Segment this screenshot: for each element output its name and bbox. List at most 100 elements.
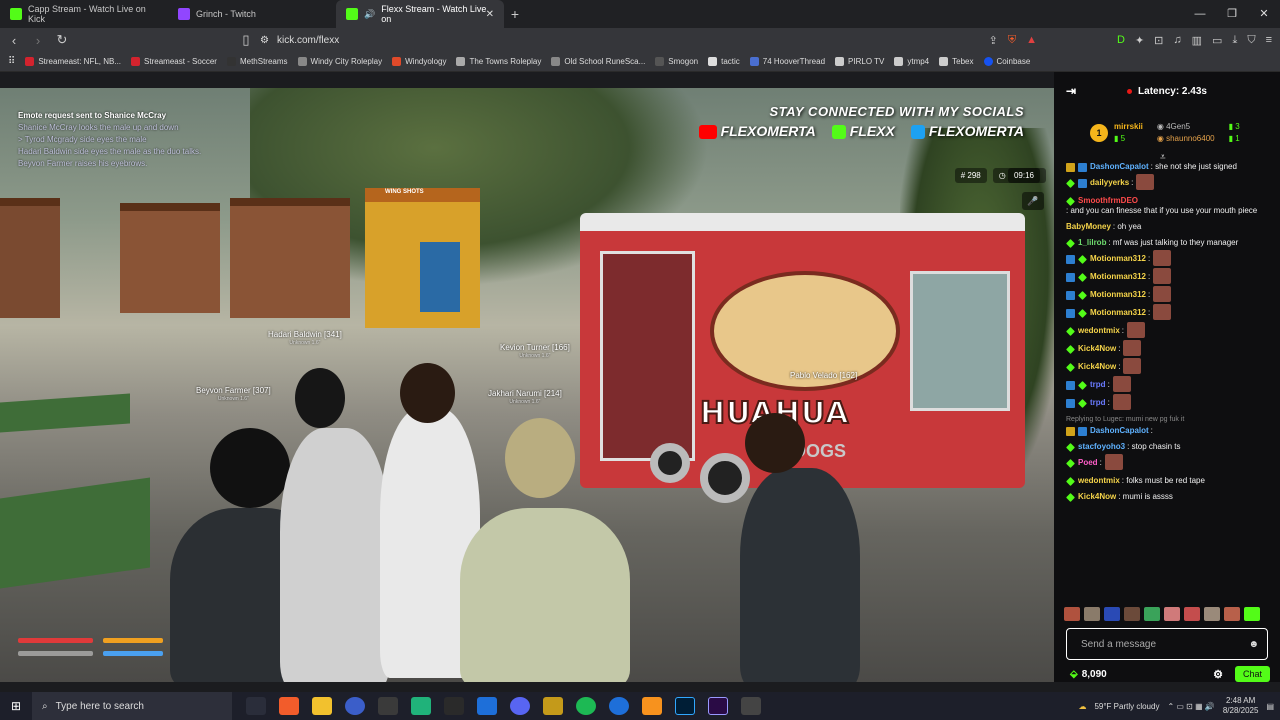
leader-name[interactable]: mirrskii bbox=[1114, 121, 1143, 133]
chat-message[interactable]: stacfoyoho3: stop chasin ts bbox=[1066, 442, 1270, 452]
photoshop-icon[interactable] bbox=[675, 697, 695, 715]
clock[interactable]: 2:48 AM 8/28/2025 bbox=[1223, 696, 1259, 716]
emote-icon[interactable] bbox=[1124, 607, 1140, 621]
app-icon[interactable] bbox=[543, 697, 563, 715]
tab-flexx-stream[interactable]: 🔊 Flexx Stream - Watch Live on ✕ bbox=[336, 0, 504, 28]
chat-username[interactable]: 1_lilrob bbox=[1078, 238, 1106, 248]
chat-message[interactable]: 1_lilrob: mf was just talking to they ma… bbox=[1066, 238, 1270, 248]
chat-username[interactable]: DashonCapalot bbox=[1090, 162, 1149, 172]
chat-send-button[interactable]: Chat bbox=[1234, 666, 1270, 682]
music-icon[interactable]: ♫ bbox=[1173, 34, 1181, 46]
screenshot-icon[interactable]: ⊡ bbox=[1154, 34, 1163, 47]
leader-name[interactable]: ◉ 4Gen5 bbox=[1157, 121, 1215, 133]
chat-message[interactable]: Poed: bbox=[1066, 454, 1270, 470]
channel-points[interactable]: 8,090 bbox=[1082, 669, 1107, 680]
leader-name[interactable]: ◉ shaunno6400 bbox=[1157, 133, 1215, 145]
chat-username[interactable]: dailyyerks bbox=[1090, 178, 1129, 188]
chat-username[interactable]: Motionman312 bbox=[1090, 308, 1146, 318]
bookmark-item[interactable]: Streameast - Soccer bbox=[131, 57, 217, 66]
chat-message[interactable]: wedontmix: folks must be red tape bbox=[1066, 476, 1270, 486]
stream-video-player[interactable]: WING SHOTS HUAHUA HOT DOGS Hadari Baldwi… bbox=[0, 88, 1054, 682]
chat-username[interactable]: Kick4Now bbox=[1078, 362, 1116, 372]
emote-icon[interactable] bbox=[1224, 607, 1240, 621]
tray-icons[interactable]: ⌃ ▭ ⊡ ▦ 🔊 bbox=[1167, 702, 1214, 711]
chat-message[interactable]: Motionman312: bbox=[1066, 268, 1270, 284]
bookmark-item[interactable]: PIRLO TV bbox=[835, 57, 884, 66]
emote-icon[interactable] bbox=[1084, 607, 1100, 621]
file-explorer-icon[interactable] bbox=[312, 697, 332, 715]
app-icon[interactable] bbox=[378, 697, 398, 715]
emote-icon[interactable] bbox=[1204, 607, 1220, 621]
chat-message[interactable]: DashonCapalot: she not she just signed bbox=[1066, 162, 1270, 172]
chat-message[interactable]: Kick4Now: bbox=[1066, 340, 1270, 356]
bookmark-item[interactable]: Coinbase bbox=[983, 57, 1030, 66]
bookmark-item[interactable]: tactic bbox=[708, 57, 740, 66]
emote-icon[interactable] bbox=[1144, 607, 1160, 621]
share-icon[interactable]: ⇪ bbox=[989, 34, 998, 47]
vpn-icon[interactable]: ⛉ bbox=[1247, 34, 1255, 47]
chat-username[interactable]: trpd bbox=[1090, 398, 1106, 408]
bookmark-item[interactable]: Streameast: NFL, NB... bbox=[25, 57, 121, 66]
url-field[interactable]: kick.com/flexx bbox=[277, 35, 339, 46]
emote-icon[interactable] bbox=[1164, 607, 1180, 621]
chat-username[interactable]: trpd bbox=[1090, 380, 1106, 390]
weather-text[interactable]: 59°F Partly cloudy bbox=[1094, 702, 1159, 711]
chat-username[interactable]: Motionman312 bbox=[1090, 254, 1146, 264]
chat-message[interactable]: dailyyerks: bbox=[1066, 174, 1270, 190]
restore-button[interactable]: ❐ bbox=[1216, 0, 1248, 28]
app-icon[interactable] bbox=[609, 697, 629, 715]
emoji-icon[interactable]: ☻ bbox=[1248, 639, 1259, 650]
chat-message[interactable]: trpd: bbox=[1066, 394, 1270, 410]
chat-username[interactable]: DashonCapalot bbox=[1090, 426, 1149, 436]
app-icon[interactable] bbox=[345, 697, 365, 715]
bookmark-icon[interactable]: ▯ bbox=[236, 32, 256, 48]
emote-icon[interactable] bbox=[1064, 607, 1080, 621]
close-window-button[interactable]: ✕ bbox=[1248, 0, 1280, 28]
windows-start-icon[interactable]: ⊞ bbox=[0, 699, 32, 713]
chat-username[interactable]: Poed bbox=[1078, 458, 1098, 468]
chat-message[interactable]: Motionman312: bbox=[1066, 286, 1270, 302]
chat-username[interactable]: SmoothfrmDEO bbox=[1078, 196, 1138, 206]
forward-icon[interactable]: › bbox=[28, 33, 48, 48]
collapse-chat-icon[interactable]: ⇥ bbox=[1066, 84, 1076, 98]
chat-username[interactable]: Motionman312 bbox=[1090, 290, 1146, 300]
chat-username[interactable]: Kick4Now bbox=[1078, 492, 1116, 502]
bookmark-item[interactable]: MethStreams bbox=[226, 57, 288, 66]
apps-grid-icon[interactable]: ⠿ bbox=[8, 56, 15, 67]
chat-username[interactable]: wedontmix bbox=[1078, 326, 1120, 336]
puzzle-icon[interactable]: ✦ bbox=[1135, 34, 1144, 47]
chat-message[interactable]: SmoothfrmDEO: and you can finesse that i… bbox=[1066, 196, 1270, 216]
premiere-icon[interactable] bbox=[708, 697, 728, 715]
bookmark-item[interactable]: 74 HooverThread bbox=[749, 57, 825, 66]
extension-icon[interactable]: D bbox=[1117, 34, 1125, 46]
task-view-icon[interactable] bbox=[246, 697, 266, 715]
discord-icon[interactable] bbox=[510, 697, 530, 715]
app-icon[interactable] bbox=[444, 697, 464, 715]
chat-message[interactable]: Kick4Now: bbox=[1066, 358, 1270, 374]
emote-icon[interactable] bbox=[1244, 607, 1260, 621]
bookmark-item[interactable]: ytmp4 bbox=[894, 57, 929, 66]
bookmark-item[interactable]: Windy City Roleplay bbox=[297, 57, 382, 66]
emote-icon[interactable] bbox=[1104, 607, 1120, 621]
close-tab-icon[interactable]: ✕ bbox=[486, 9, 494, 20]
tab-capp-stream[interactable]: Capp Stream - Watch Live on Kick bbox=[0, 0, 168, 28]
wallet-icon[interactable]: ▭ bbox=[1212, 34, 1222, 47]
chat-username[interactable]: stacfoyoho3 bbox=[1078, 442, 1125, 452]
menu-icon[interactable]: ≡ bbox=[1266, 34, 1272, 46]
chat-message[interactable]: DashonCapalot: bbox=[1066, 426, 1270, 436]
sidebar-icon[interactable]: ▥ bbox=[1192, 34, 1202, 47]
chat-message[interactable]: Kick4Now: mumi is assss bbox=[1066, 492, 1270, 502]
app-icon[interactable] bbox=[477, 697, 497, 715]
chat-username[interactable]: Motionman312 bbox=[1090, 272, 1146, 282]
back-icon[interactable]: ‹ bbox=[4, 33, 24, 48]
chat-message[interactable]: wedontmix: bbox=[1066, 322, 1270, 338]
chat-message[interactable]: Motionman312: bbox=[1066, 304, 1270, 320]
brave-app-icon[interactable] bbox=[279, 697, 299, 715]
chat-message[interactable]: BabyMoney: oh yea bbox=[1066, 222, 1270, 232]
minimize-button[interactable]: — bbox=[1184, 0, 1216, 28]
site-info-icon[interactable]: ⚙ bbox=[260, 35, 269, 46]
app-icon[interactable] bbox=[741, 697, 761, 715]
bookmark-item[interactable]: Old School RuneSca... bbox=[551, 57, 645, 66]
app-icon[interactable] bbox=[411, 697, 431, 715]
chat-settings-icon[interactable]: ⚙ bbox=[1213, 668, 1223, 681]
